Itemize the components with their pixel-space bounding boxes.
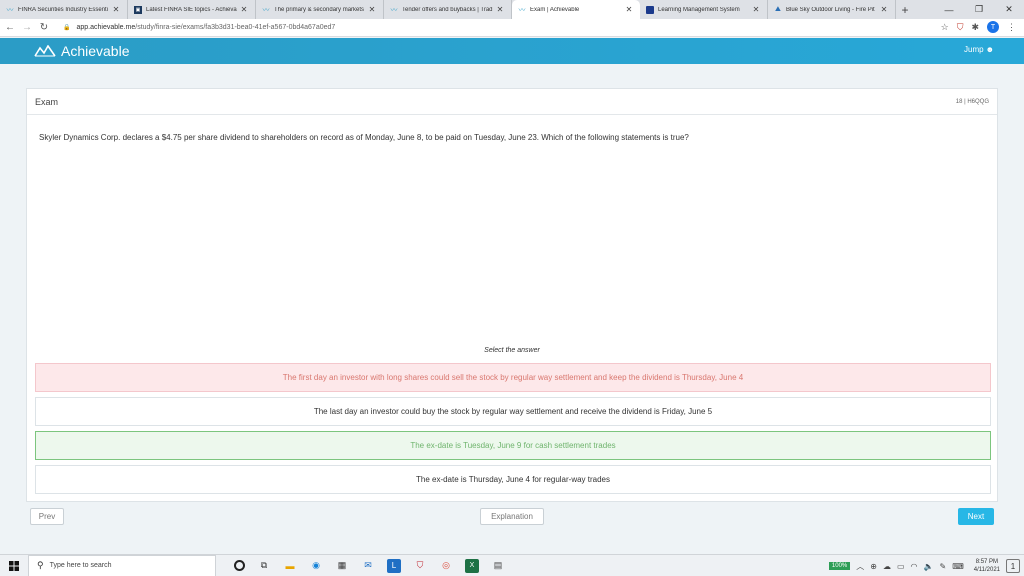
calculator-icon[interactable]: ▤: [491, 559, 505, 573]
achievable-logo-icon: [34, 45, 56, 57]
achievable-logo[interactable]: Achievable: [34, 43, 130, 59]
url-domain: app.achievable.me: [76, 24, 136, 31]
taskbar-clock[interactable]: 8:57 PM 4/11/2021: [974, 558, 1000, 574]
answer-option-wrong[interactable]: The first day an investor with long shar…: [35, 363, 991, 392]
taskbar-search[interactable]: ⚲ Type here to search: [28, 554, 216, 576]
puzzle-icon[interactable]: ✱: [971, 22, 979, 33]
achievable-icon: 〰: [262, 6, 270, 14]
star-icon[interactable]: ☆: [941, 22, 949, 33]
question-id: 18 | H6QQG: [955, 98, 989, 105]
question-text: Skyler Dynamics Corp. declares a $4.75 p…: [39, 133, 689, 142]
close-tab-icon[interactable]: ✕: [111, 5, 121, 14]
explanation-button[interactable]: Explanation: [480, 508, 544, 525]
back-arrow-icon[interactable]: ←: [3, 22, 17, 33]
task-view-icon[interactable]: ⧉: [257, 559, 271, 573]
file-explorer-icon[interactable]: ▬: [283, 559, 297, 573]
lock-icon: 🔒: [63, 25, 71, 31]
browser-tab-strip: 〰 FINRA Securities Industry Essenti ✕ ▣ …: [0, 0, 1024, 19]
url-field[interactable]: 🔒 app.achievable.me /study/finra-sie/exa…: [63, 24, 335, 31]
volume-icon[interactable]: 🔈: [924, 562, 934, 571]
app-header: Achievable Jump ☻: [0, 38, 1024, 64]
excel-icon[interactable]: X: [465, 558, 479, 573]
answer-option-correct[interactable]: The ex-date is Tuesday, June 9 for cash …: [35, 431, 991, 460]
jump-menu[interactable]: Jump ☻: [964, 45, 994, 54]
answer-option[interactable]: The last day an investor could buy the s…: [35, 397, 991, 426]
extension-shield-icon[interactable]: ⛉: [957, 22, 964, 33]
edge-icon[interactable]: ◉: [309, 559, 323, 573]
close-tab-icon[interactable]: ✕: [495, 5, 505, 14]
browser-tab[interactable]: Learning Management System ✕: [640, 0, 768, 19]
network-app-icon[interactable]: ⊕: [870, 562, 877, 571]
keyboard-icon[interactable]: ⌨: [952, 562, 964, 571]
pen-icon[interactable]: ✎: [940, 562, 947, 571]
close-tab-icon[interactable]: ✕: [879, 5, 889, 14]
store-icon[interactable]: ▦: [335, 559, 349, 573]
minimize-icon[interactable]: —: [934, 0, 964, 19]
exam-title: Exam: [35, 96, 59, 107]
address-bar: ← → ↻ 🔒 app.achievable.me /study/finra-s…: [0, 19, 1024, 37]
jump-label: Jump: [964, 45, 984, 54]
window-controls: — ❐ ✕: [934, 0, 1024, 19]
browser-tab[interactable]: 〰 FINRA Securities Industry Essenti ✕: [0, 0, 128, 19]
achievable-icon: 〰: [390, 6, 398, 14]
battery-indicator[interactable]: 100%: [828, 562, 851, 570]
browser-tab[interactable]: 〰 The primary & secondary markets ✕: [256, 0, 384, 19]
new-tab-button[interactable]: +: [896, 0, 914, 19]
next-button[interactable]: Next: [958, 508, 994, 525]
prev-button[interactable]: Prev: [30, 508, 64, 525]
close-tab-icon[interactable]: ✕: [367, 5, 377, 14]
clock-date: 4/11/2021: [973, 567, 1000, 573]
windows-start-icon[interactable]: [0, 555, 28, 576]
profile-avatar[interactable]: T: [987, 21, 999, 33]
system-tray: 100% ︿ ⊕ ☁ ▭ ◠ 🔈 ✎ ⌨ 8:57 PM 4/11/2021 1: [828, 555, 1024, 576]
search-icon: ⚲: [37, 560, 44, 570]
browser-tab[interactable]: ⛰ Blue Sky Outdoor Living - Fire Pit ✕: [768, 0, 896, 19]
browser-toolbar-icons: ☆ ⛉ ✱ T ⋮: [941, 21, 1016, 33]
close-tab-icon[interactable]: ✕: [239, 5, 249, 14]
lms-app-icon[interactable]: L: [387, 558, 401, 573]
mail-icon[interactable]: ✉: [361, 559, 375, 573]
forward-arrow-icon[interactable]: →: [20, 22, 34, 33]
battery-icon[interactable]: ▭: [897, 562, 905, 571]
user-avatar-icon: ☻: [985, 45, 994, 54]
exam-card-header: Exam 18 | H6QQG: [27, 89, 997, 115]
select-answer-label: Select the answer: [484, 347, 540, 354]
chevron-up-icon[interactable]: ︿: [856, 561, 864, 572]
bluesky-icon: ⛰: [775, 5, 781, 13]
achievable-icon: 〰: [6, 6, 14, 14]
achievable-icon: 〰: [518, 6, 526, 14]
wifi-icon[interactable]: ◠: [911, 562, 918, 571]
forum-icon: ▣: [134, 5, 142, 14]
menu-dots-icon[interactable]: ⋮: [1007, 22, 1016, 33]
exam-card: Exam 18 | H6QQG Skyler Dynamics Corp. de…: [26, 88, 998, 502]
browser-tab[interactable]: ▣ Latest FINRA SIE topics - Achieva ✕: [128, 0, 256, 19]
reload-icon[interactable]: ↻: [37, 22, 51, 33]
close-tab-icon[interactable]: ✕: [624, 5, 634, 14]
onedrive-icon[interactable]: ☁: [883, 562, 891, 571]
taskbar-apps: ⧉ ▬ ◉ ▦ ✉ L ⛉ ◎ X ▤: [234, 558, 505, 573]
brand-name: Achievable: [61, 43, 130, 59]
lms-icon: [646, 5, 654, 14]
close-tab-icon[interactable]: ✕: [751, 5, 761, 14]
browser-tab-active[interactable]: 〰 Exam | Achievable ✕: [512, 0, 640, 19]
clock-time: 8:57 PM: [975, 559, 999, 565]
cortana-icon[interactable]: [234, 560, 245, 571]
windows-taskbar: ⚲ Type here to search ⧉ ▬ ◉ ▦ ✉ L ⛉ ◎ X …: [0, 554, 1024, 576]
restore-icon[interactable]: ❐: [964, 0, 994, 19]
chrome-icon[interactable]: ◎: [439, 559, 453, 573]
search-placeholder: Type here to search: [49, 562, 112, 569]
url-path: /study/finra-sie/exams/fa3b3d31-bea0-41e…: [135, 24, 336, 31]
close-window-icon[interactable]: ✕: [994, 0, 1024, 19]
notification-icon[interactable]: 1: [1006, 559, 1020, 573]
mcafee-icon[interactable]: ⛉: [413, 559, 427, 573]
answer-option[interactable]: The ex-date is Thursday, June 4 for regu…: [35, 465, 991, 494]
browser-tab[interactable]: 〰 Tender offers and buybacks | Trad ✕: [384, 0, 512, 19]
